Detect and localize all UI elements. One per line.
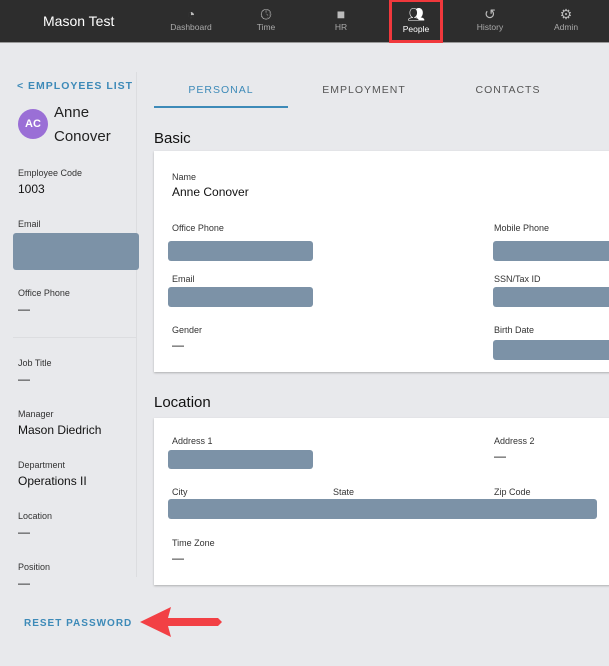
reset-password-button[interactable]: RESET PASSWORD	[24, 618, 132, 629]
mobile-phone-label: Mobile Phone	[494, 223, 550, 233]
department: Operations II	[18, 474, 87, 488]
office-phone-label: Office Phone	[172, 223, 224, 233]
address1-label: Address 1	[172, 436, 213, 446]
office-phone-redacted	[168, 241, 313, 261]
email-redacted	[13, 233, 139, 270]
job-title: —	[18, 372, 30, 386]
nav-people[interactable]: 👥︎ People	[389, 0, 443, 43]
zip-label: Zip Code	[494, 487, 531, 497]
office-phone: —	[18, 302, 30, 316]
manager-label: Manager	[18, 409, 54, 419]
city-state-zip-redacted	[168, 499, 597, 519]
people-icon: 👥︎	[407, 6, 425, 22]
name-value: Anne Conover	[172, 185, 249, 199]
tab-contacts[interactable]: CONTACTS	[441, 84, 575, 96]
time-zone-value: —	[172, 551, 184, 565]
gear-icon: ⚙	[559, 6, 573, 22]
email-redacted	[168, 287, 313, 307]
address2-value: —	[494, 449, 506, 463]
manager: Mason Diedrich	[18, 423, 102, 437]
ssn-label: SSN/Tax ID	[494, 274, 541, 284]
brand[interactable]: Mason Test	[43, 13, 114, 29]
employee-code-label: Employee Code	[18, 168, 83, 178]
city-label: City	[172, 487, 188, 497]
location-title: Location	[154, 394, 211, 411]
top-nav-bar: Mason Test ◔ Dashboard 🕓︎ Time ■ HR 👥︎ Peopl…	[0, 0, 609, 43]
avatar: AC	[18, 109, 48, 139]
nav-label: HR	[334, 22, 348, 32]
first-name: Anne	[54, 104, 90, 121]
clock-icon: 🕓︎	[260, 6, 272, 22]
gender-value: —	[172, 338, 184, 352]
employee-code: 1003	[18, 182, 45, 196]
email-label: Email	[172, 274, 195, 284]
birth-date-redacted	[493, 340, 609, 360]
dashboard-icon: ◔	[186, 6, 196, 22]
nav-label: Time	[256, 22, 276, 32]
tab-personal[interactable]: PERSONAL	[154, 84, 288, 96]
department-label: Department	[18, 460, 66, 470]
nav-admin[interactable]: ⚙ Admin	[531, 0, 601, 43]
nav-hr[interactable]: ■ HR	[306, 0, 376, 43]
state-label: State	[333, 487, 355, 497]
arrow-annotation-icon	[140, 607, 222, 637]
address1-redacted	[168, 450, 313, 469]
location: —	[18, 525, 30, 539]
position-label: Position	[18, 562, 51, 572]
birth-date-label: Birth Date	[494, 325, 535, 335]
location-label: Location	[18, 511, 53, 521]
folder-icon: ■	[336, 6, 346, 22]
tab-employment[interactable]: EMPLOYMENT	[297, 84, 431, 96]
basic-title: Basic	[154, 130, 191, 147]
email-label: Email	[18, 219, 41, 229]
divider	[13, 337, 137, 338]
nav-history[interactable]: ↺ History	[455, 0, 525, 43]
nav-label: Dashboard	[170, 22, 212, 32]
gender-label: Gender	[172, 325, 203, 335]
nav-label: Admin	[553, 22, 579, 32]
last-name: Conover	[54, 128, 111, 145]
address2-label: Address 2	[494, 436, 535, 446]
history-icon: ↺	[484, 6, 496, 22]
time-zone-label: Time Zone	[172, 538, 215, 548]
mobile-phone-redacted	[493, 241, 609, 261]
nav-label: People	[402, 24, 430, 34]
office-phone-label: Office Phone	[18, 288, 70, 298]
employee-name: Anne Conover	[54, 101, 111, 149]
name-label: Name	[172, 172, 197, 182]
nav-dashboard[interactable]: ◔ Dashboard	[156, 0, 226, 43]
position: —	[18, 576, 30, 590]
ssn-redacted	[493, 287, 609, 307]
employees-list-link[interactable]: < EMPLOYEES LIST	[17, 80, 133, 92]
active-tab-indicator	[154, 106, 288, 108]
nav-time[interactable]: 🕓︎ Time	[231, 0, 301, 43]
job-title-label: Job Title	[18, 358, 52, 368]
nav-label: History	[476, 22, 504, 32]
